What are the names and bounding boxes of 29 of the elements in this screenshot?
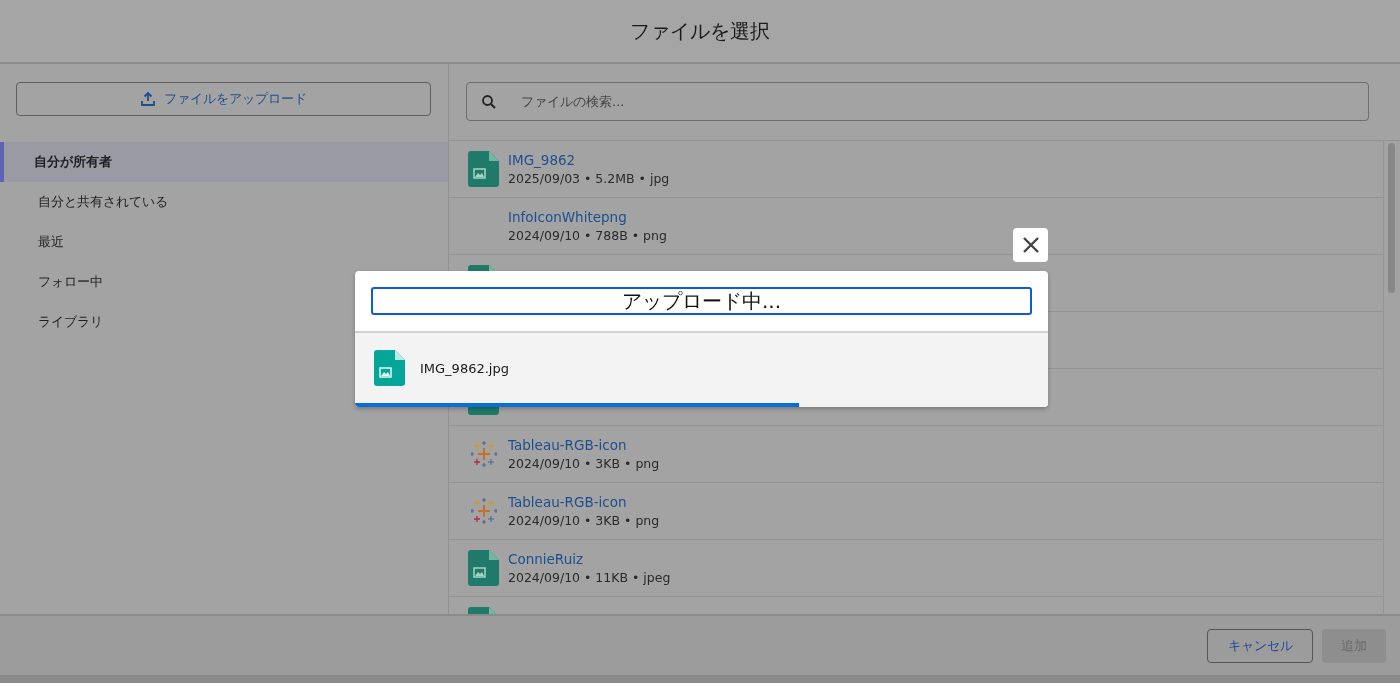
upload-files-button[interactable]: ファイルをアップロード xyxy=(16,82,431,116)
plus-cluster-icon xyxy=(470,498,497,524)
cancel-button[interactable]: キャンセル xyxy=(1207,628,1313,663)
file-details: 2025/09/03 • 5.2MB • jpg xyxy=(508,171,670,186)
image-file-icon xyxy=(468,550,499,586)
modal-title: アップロード中... xyxy=(371,287,1032,315)
sidebar-item[interactable]: 最近 xyxy=(0,222,448,262)
dialog-title: ファイルを選択 xyxy=(630,17,770,45)
search-input[interactable]: ファイルの検索... xyxy=(519,93,1368,110)
search-icon xyxy=(481,93,497,110)
file-details: 2024/09/10 • 788B • png xyxy=(508,228,667,243)
image-file-icon xyxy=(374,350,405,386)
plus-cluster-icon xyxy=(470,441,497,467)
search-field[interactable]: ファイルの検索... xyxy=(466,82,1369,121)
file-name-link[interactable]: Tableau-RGB-icon xyxy=(508,494,660,510)
uploading-file-name: IMG_9862.jpg xyxy=(420,360,509,376)
close-icon xyxy=(1021,236,1040,254)
file-name-link[interactable]: InfoIconWhitepng xyxy=(508,209,667,225)
sidebar-item[interactable]: 自分が所有者 xyxy=(0,142,448,182)
file-details: 2024/09/10 • 11KB • jpeg xyxy=(508,570,671,585)
file-details: 2024/09/10 • 3KB • png xyxy=(508,456,660,471)
file-name-link[interactable]: IMG_9862 xyxy=(508,152,670,168)
file-name-link[interactable]: ConnieRuiz xyxy=(508,551,671,567)
image-file-icon xyxy=(468,151,499,187)
file-name-link[interactable]: Tableau-RGB-icon xyxy=(508,437,660,453)
file-details: 2024/09/10 • 3KB • png xyxy=(508,513,660,528)
close-button[interactable] xyxy=(1013,228,1048,262)
upload-icon xyxy=(140,91,156,107)
sidebar-item[interactable]: 自分と共有されている xyxy=(0,182,448,222)
